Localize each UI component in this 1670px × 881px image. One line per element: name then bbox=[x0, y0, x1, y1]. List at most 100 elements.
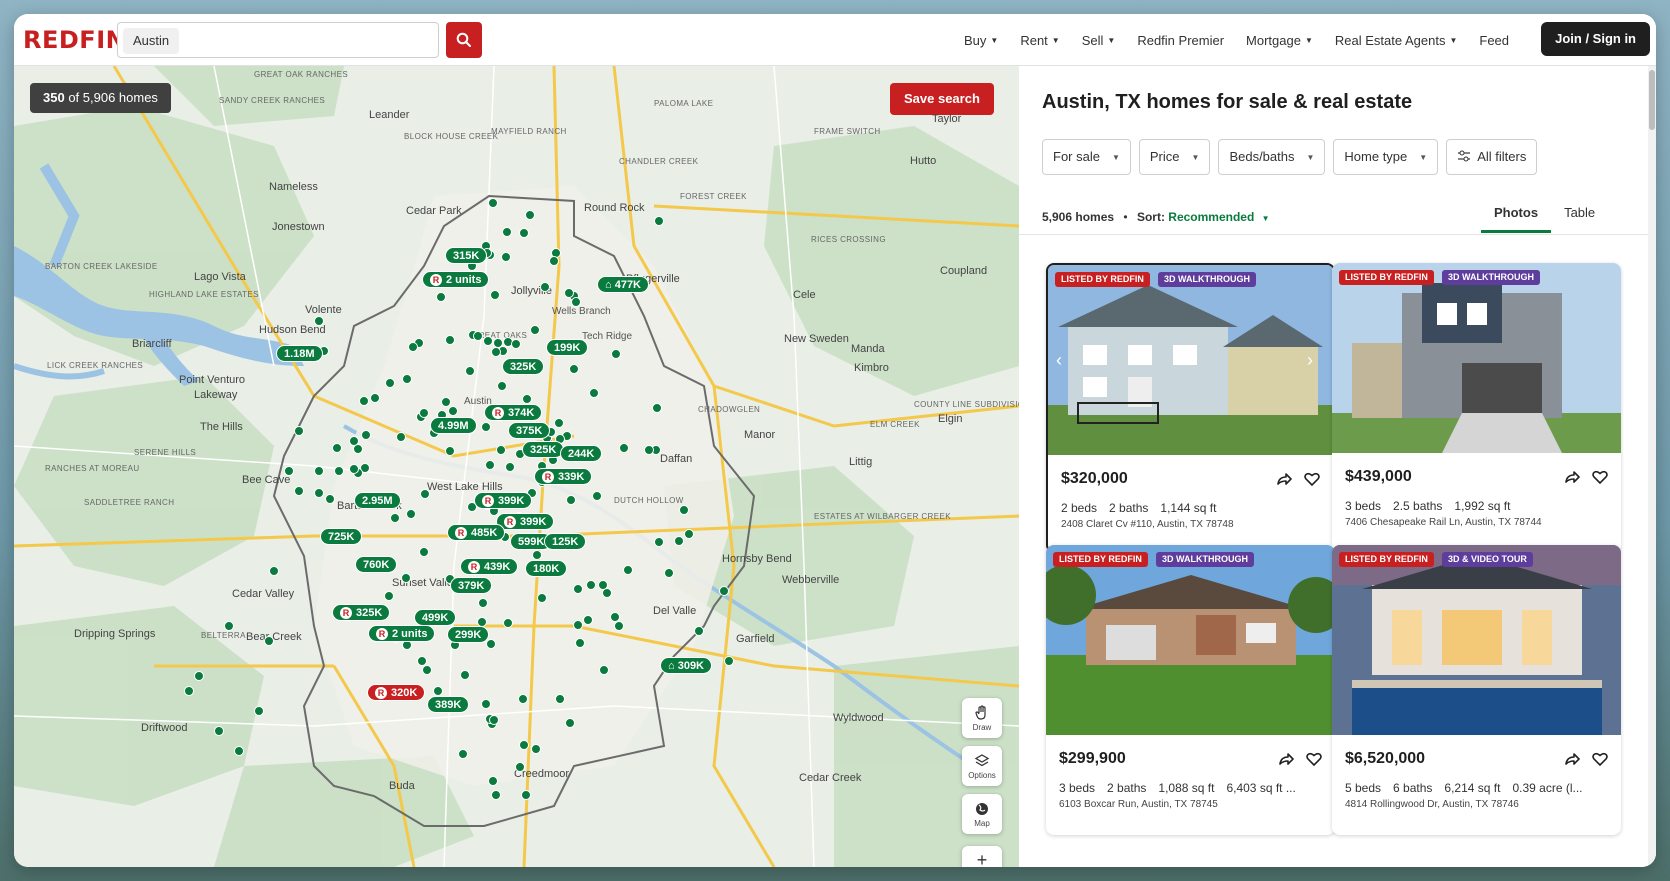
listing-address[interactable]: 6103 Boxcar Run, Austin, TX 78745 bbox=[1059, 799, 1218, 810]
home-marker-dot[interactable] bbox=[234, 746, 244, 756]
home-marker-dot[interactable] bbox=[457, 749, 468, 760]
price-marker[interactable]: 325K bbox=[522, 441, 565, 458]
home-marker-dot[interactable] bbox=[480, 699, 491, 710]
listing-photo[interactable] bbox=[1048, 265, 1333, 455]
listing-address[interactable]: 7406 Chesapeake Rail Ln, Austin, TX 7874… bbox=[1345, 517, 1542, 528]
nav-mortgage[interactable]: Mortgage ▼ bbox=[1246, 33, 1313, 48]
home-marker-dot[interactable] bbox=[294, 486, 304, 496]
home-marker-dot[interactable] bbox=[314, 316, 324, 326]
filter-home-type[interactable]: Home type ▼ bbox=[1333, 139, 1439, 175]
price-marker[interactable]: 379K bbox=[450, 577, 493, 594]
price-marker[interactable]: R 399K bbox=[496, 513, 555, 530]
home-marker-dot[interactable] bbox=[514, 761, 525, 772]
home-marker-dot[interactable] bbox=[694, 626, 704, 636]
home-marker-dot[interactable] bbox=[264, 636, 274, 646]
listing-photo[interactable] bbox=[1332, 263, 1621, 453]
filter-price[interactable]: Price ▼ bbox=[1138, 139, 1211, 175]
home-marker-dot[interactable] bbox=[284, 466, 294, 476]
nav-real-estate-agents[interactable]: Real Estate Agents ▼ bbox=[1335, 33, 1458, 48]
nav-rent[interactable]: Rent ▼ bbox=[1020, 33, 1059, 48]
home-marker-dot[interactable] bbox=[359, 396, 369, 406]
home-marker-dot[interactable] bbox=[476, 616, 487, 627]
home-marker-dot[interactable] bbox=[418, 407, 429, 418]
price-marker[interactable]: R 485K bbox=[447, 524, 506, 541]
home-marker-dot[interactable] bbox=[663, 567, 674, 578]
price-marker[interactable]: 315K bbox=[445, 247, 488, 264]
price-marker[interactable]: 760K bbox=[355, 556, 398, 573]
home-marker-dot[interactable] bbox=[483, 335, 494, 346]
price-marker[interactable]: 499K bbox=[414, 609, 457, 626]
listing-card[interactable]: LISTED BY REDFIN 3D WALKTHROUGH $439,000… bbox=[1332, 263, 1621, 553]
home-marker-dot[interactable] bbox=[184, 686, 194, 696]
home-marker-dot[interactable] bbox=[435, 291, 446, 302]
price-marker[interactable]: R 439K bbox=[460, 558, 519, 575]
listing-card[interactable]: LISTED BY REDFIN 3D WALKTHROUGH $299,900… bbox=[1046, 545, 1335, 835]
home-marker-dot[interactable] bbox=[564, 717, 575, 728]
price-marker[interactable]: 325K bbox=[502, 358, 545, 375]
map-type-button[interactable]: Map bbox=[962, 794, 1002, 834]
search-input[interactable]: Austin bbox=[117, 22, 439, 58]
map-options-button[interactable]: Options bbox=[962, 746, 1002, 786]
home-marker-dot[interactable] bbox=[565, 495, 576, 506]
price-marker[interactable]: 375K bbox=[508, 422, 551, 439]
home-marker-dot[interactable] bbox=[651, 402, 662, 413]
home-marker-dot[interactable] bbox=[586, 579, 597, 590]
home-marker-dot[interactable] bbox=[422, 664, 433, 675]
share-icon[interactable] bbox=[1563, 468, 1581, 486]
search-button[interactable] bbox=[446, 22, 482, 58]
home-marker-dot[interactable] bbox=[495, 444, 506, 455]
price-marker[interactable]: 180K bbox=[525, 560, 568, 577]
price-marker[interactable]: 2.95M bbox=[354, 492, 401, 509]
zoom-in-button[interactable]: + bbox=[962, 846, 1002, 867]
home-marker-dot[interactable] bbox=[383, 590, 394, 601]
home-marker-dot[interactable] bbox=[390, 512, 401, 523]
home-marker-dot[interactable] bbox=[683, 528, 694, 539]
home-marker-dot[interactable] bbox=[530, 744, 541, 755]
price-marker[interactable]: 4.99M bbox=[430, 417, 477, 434]
home-marker-dot[interactable] bbox=[334, 466, 344, 476]
heart-icon[interactable] bbox=[1591, 468, 1609, 486]
home-marker-dot[interactable] bbox=[519, 227, 530, 238]
home-marker-dot[interactable] bbox=[500, 251, 511, 262]
listing-photo[interactable] bbox=[1332, 545, 1621, 735]
price-marker[interactable]: 244K bbox=[560, 445, 603, 462]
price-marker[interactable]: R 339K bbox=[534, 468, 593, 485]
map-view[interactable]: 350 of 5,906 homes Save search Leander Na… bbox=[14, 66, 1019, 867]
price-marker[interactable]: 725K bbox=[320, 528, 363, 545]
join-sign-in-button[interactable]: Join / Sign in bbox=[1541, 22, 1650, 56]
home-marker-dot[interactable] bbox=[643, 444, 654, 455]
heart-icon[interactable] bbox=[1591, 750, 1609, 768]
home-marker-dot[interactable] bbox=[536, 592, 547, 603]
home-marker-dot[interactable] bbox=[485, 639, 496, 650]
home-marker-dot[interactable] bbox=[269, 566, 279, 576]
home-marker-dot[interactable] bbox=[519, 739, 530, 750]
price-marker[interactable]: R 374K bbox=[484, 404, 543, 421]
draw-tool-button[interactable]: Draw bbox=[962, 698, 1002, 738]
nav-buy[interactable]: Buy ▼ bbox=[964, 33, 998, 48]
price-marker[interactable]: ⌂ 309K bbox=[660, 657, 712, 674]
tab-photos[interactable]: Photos bbox=[1481, 201, 1552, 233]
sort-dropdown[interactable]: Recommended bbox=[1168, 210, 1254, 224]
home-marker-dot[interactable] bbox=[447, 406, 458, 417]
home-marker-dot[interactable] bbox=[444, 446, 455, 457]
price-marker[interactable]: R 2 units bbox=[422, 271, 490, 288]
home-marker-dot[interactable] bbox=[294, 426, 304, 436]
filter-for-sale[interactable]: For sale ▼ bbox=[1042, 139, 1131, 175]
price-marker[interactable]: 199K bbox=[546, 339, 589, 356]
share-icon[interactable] bbox=[1563, 750, 1581, 768]
page-scrollbar[interactable] bbox=[1648, 66, 1656, 867]
heart-icon[interactable] bbox=[1305, 750, 1323, 768]
home-marker-dot[interactable] bbox=[678, 504, 689, 515]
price-marker[interactable]: 125K bbox=[544, 533, 587, 550]
chevron-right-icon[interactable]: › bbox=[1307, 349, 1325, 371]
home-marker-dot[interactable] bbox=[654, 216, 664, 226]
home-marker-dot[interactable] bbox=[401, 373, 412, 384]
chevron-left-icon[interactable]: ‹ bbox=[1056, 349, 1074, 371]
home-marker-dot[interactable] bbox=[553, 418, 564, 429]
home-marker-dot[interactable] bbox=[724, 656, 734, 666]
listing-card[interactable]: LISTED BY REDFIN 3D WALKTHROUGH ‹ › $320,… bbox=[1046, 263, 1335, 553]
home-marker-dot[interactable] bbox=[653, 537, 664, 548]
nav-sell[interactable]: Sell ▼ bbox=[1082, 33, 1116, 48]
home-marker-dot[interactable] bbox=[614, 620, 625, 631]
share-icon[interactable] bbox=[1277, 750, 1295, 768]
